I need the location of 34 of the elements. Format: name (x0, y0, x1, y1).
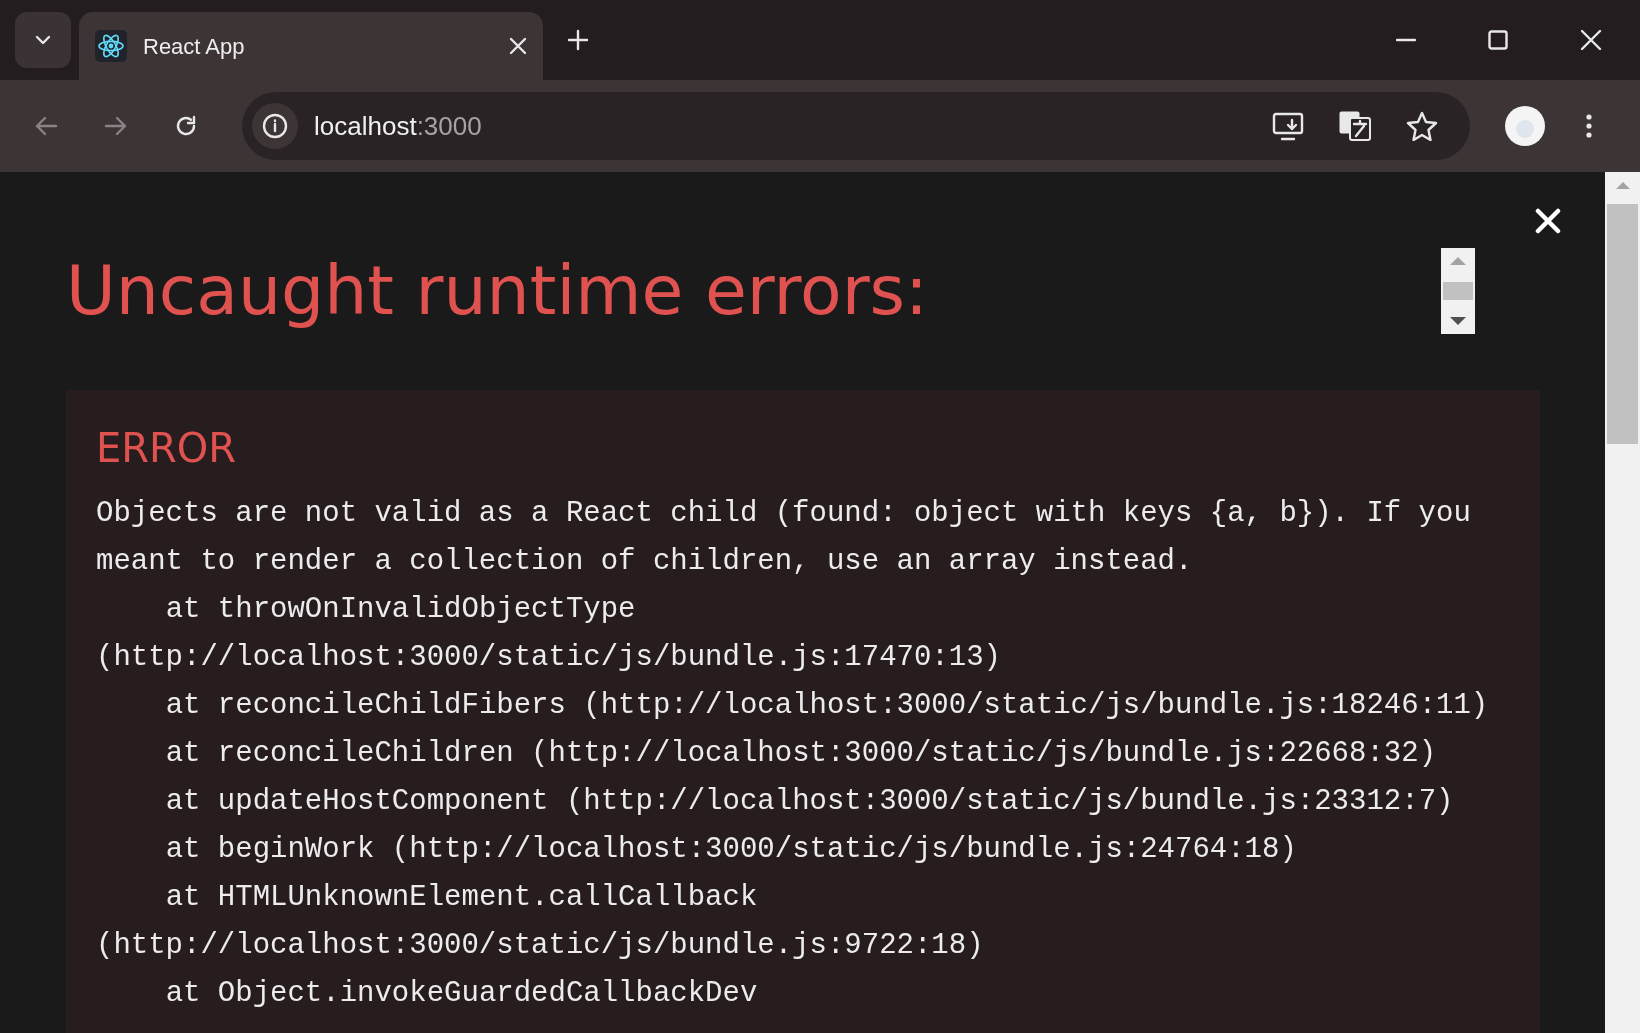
browser-tab[interactable]: React App (79, 12, 543, 80)
stack-frame: at throwOnInvalidObjectType (http://localhost:3000/static/js/bundle.js:17470:13) (96, 586, 1499, 682)
error-message: Objects are not valid as a React child (found: object with keys {a, b}). If you meant to render a collection of children, use an array instead. (96, 496, 1472, 580)
stack-frame: at Object.invokeGuardedCallbackDev (96, 970, 1499, 1018)
scroll-thumb[interactable] (1607, 204, 1638, 444)
stack-frame: at reconcileChildFibers (http://localhost:3000/static/js/bundle.js:18246:11) (96, 682, 1499, 730)
stack-frame: at reconcileChildren (http://localhost:3000/static/js/bundle.js:22668:32) (96, 730, 1499, 778)
close-tab-icon[interactable] (509, 37, 527, 55)
install-icon[interactable] (1272, 111, 1304, 141)
info-icon[interactable] (252, 103, 298, 149)
scrollbar[interactable] (1605, 172, 1640, 1033)
url-host: localhost (314, 110, 417, 141)
maximize-icon[interactable] (1488, 30, 1508, 50)
url-port: :3000 (416, 110, 482, 141)
close-icon[interactable] (1580, 29, 1602, 51)
stack-frame: at HTMLUnknownElement.callCallback (http://localhost:3000/static/js/bundle.js:9722:18) (96, 874, 1499, 970)
scroll-down-icon[interactable] (1449, 316, 1467, 326)
atom-icon (95, 30, 127, 62)
menu-icon[interactable] (1585, 113, 1593, 139)
avatar-icon[interactable] (1505, 106, 1545, 146)
star-icon[interactable] (1406, 111, 1438, 141)
chevron-icon (34, 34, 52, 46)
new-tab-icon[interactable] (567, 29, 589, 51)
back-icon[interactable] (34, 114, 58, 138)
overlay-title: Uncaught runtime errors: (66, 250, 928, 332)
scroll-thumb[interactable] (1443, 282, 1473, 300)
error-label: ERROR (96, 424, 238, 472)
stack-frame: at updateHostComponent (http://localhost:3000/static/js/bundle.js:23312:7) (96, 778, 1499, 826)
tab-title: React App (143, 32, 246, 61)
forward-icon[interactable] (104, 114, 128, 138)
stack-frame: at beginWork (http://localhost:3000/static/js/bundle.js:24764:18) (96, 826, 1499, 874)
reload-icon[interactable] (174, 114, 198, 138)
translate-icon[interactable] (1338, 110, 1372, 142)
scrollbar[interactable] (1441, 248, 1475, 334)
